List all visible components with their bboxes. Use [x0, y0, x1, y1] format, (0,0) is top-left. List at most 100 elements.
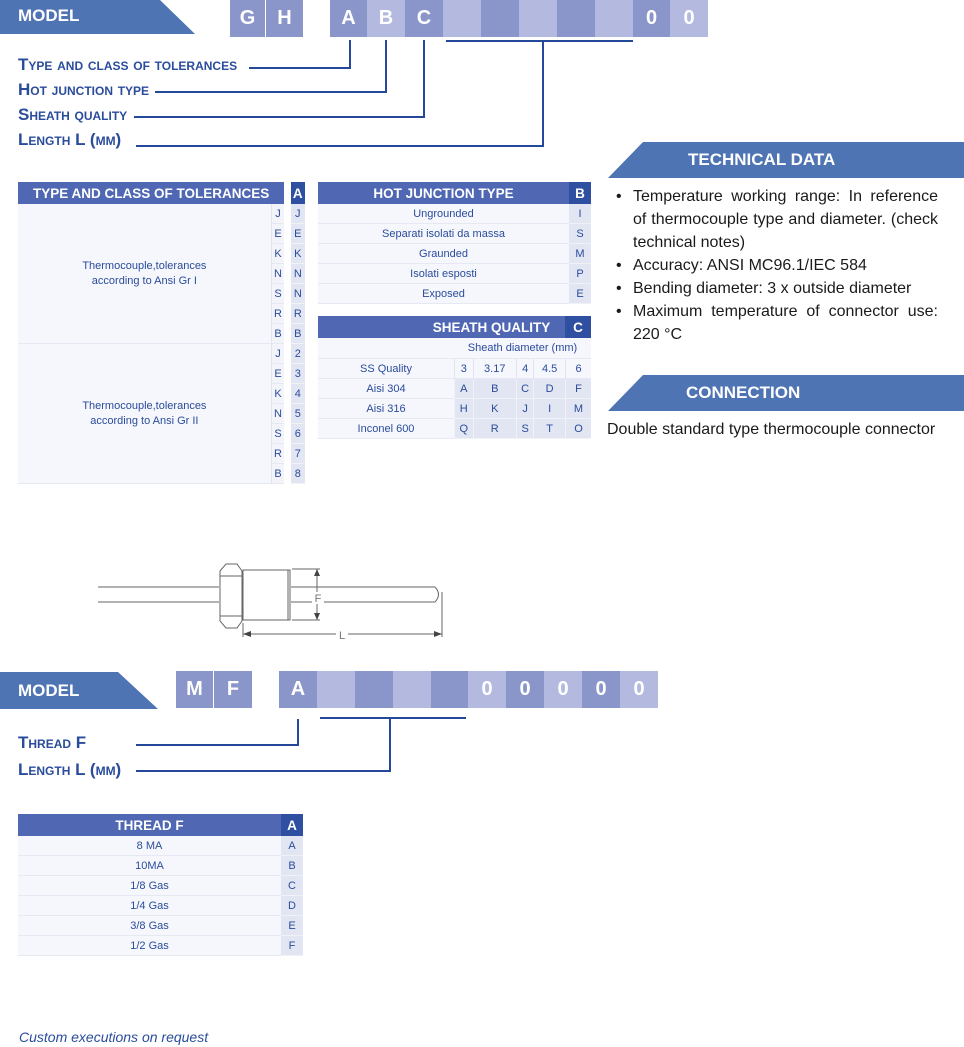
thermocouple-type: B: [270, 324, 285, 344]
option-label: Ungrounded: [318, 204, 569, 224]
tolerances-table: TYPE AND CLASS OF TOLERANCES A Thermocou…: [18, 182, 305, 484]
option-label: Graunded: [318, 244, 569, 264]
code-value: 8: [290, 464, 305, 484]
length-dimension-label: L: [339, 630, 345, 642]
thermocouple-type: R: [270, 304, 285, 324]
thermocouple-type: K: [270, 384, 285, 404]
sheath-header: SHEATH QUALITY: [318, 316, 565, 338]
sheath-code-header: C: [565, 316, 591, 338]
code-value: C: [281, 876, 303, 896]
code-value: I: [533, 399, 565, 419]
code-value: E: [569, 284, 591, 304]
sheath-quality: Aisi 304: [318, 379, 454, 399]
thermocouple-type: J: [270, 344, 285, 364]
leader-line: [349, 40, 351, 69]
leader-length: Length L (mm): [18, 760, 122, 779]
code-value: 6: [290, 424, 305, 444]
table-row: 1/2 Gas F: [18, 936, 303, 956]
technical-data-item: Bending diameter: 3 x outside diameter: [608, 277, 938, 300]
code-box: [519, 0, 557, 37]
code-box: [481, 0, 519, 37]
option-label: 8 MA: [18, 836, 281, 856]
code-value: K: [472, 399, 516, 419]
connection-header: CONNECTION: [608, 375, 964, 411]
code-box: 0: [582, 671, 620, 708]
table-row: Aisi 316 H K J I M: [318, 399, 591, 419]
code-box: 0: [633, 0, 670, 37]
option-label: Isolati esposti: [318, 264, 569, 284]
thermocouple-type: E: [270, 364, 285, 384]
code-value: H: [454, 399, 473, 419]
code-value: S: [569, 224, 591, 244]
tolerances-code-header: A: [290, 182, 305, 204]
leader-line: [320, 717, 466, 719]
leader-sheath: Sheath quality: [18, 105, 128, 124]
option-label: 10MA: [18, 856, 281, 876]
code-box: 0: [670, 0, 708, 37]
code-value: 2: [290, 344, 305, 364]
thermocouple-type: S: [270, 284, 285, 304]
code-value: B: [472, 379, 516, 399]
code-value: J: [515, 399, 534, 419]
code-value: N: [290, 264, 305, 284]
code-box: [431, 671, 468, 708]
code-value: J: [290, 204, 305, 224]
code-box: [317, 671, 355, 708]
code-box: [557, 0, 595, 37]
diameter-value: 4: [515, 359, 534, 379]
code-value: M: [565, 399, 591, 419]
code-value: R: [472, 419, 516, 439]
model-label: MODEL: [18, 6, 80, 25]
thread-code-header: A: [281, 814, 303, 836]
table-row: 3/8 Gas E: [18, 916, 303, 936]
sheath-quality: Aisi 316: [318, 399, 454, 419]
leader-line: [134, 116, 425, 118]
code-box: [355, 671, 393, 708]
connection-title: CONNECTION: [686, 383, 801, 402]
code-value: P: [569, 264, 591, 284]
technical-data-item: Temperature working range: In reference …: [608, 185, 938, 254]
technical-data-item: Accuracy: ANSI MC96.1/IEC 584: [608, 254, 938, 277]
code-value: S: [515, 419, 534, 439]
table-row: Separati isolati da massa S: [318, 224, 591, 244]
thermocouple-type: K: [270, 244, 285, 264]
table-row: Aisi 304 A B C D F: [318, 379, 591, 399]
code-value: Q: [454, 419, 473, 439]
diameter-value: 3: [454, 359, 473, 379]
diameter-value: 4.5: [533, 359, 565, 379]
sheath-table: SHEATH QUALITY C Sheath diameter (mm) SS…: [318, 316, 591, 439]
leader-line: [446, 40, 633, 42]
thermocouple-type: J: [270, 204, 285, 224]
leader-line: [155, 91, 387, 93]
code-box: M: [176, 671, 213, 708]
code-box: [595, 0, 633, 37]
code-value: A: [281, 836, 303, 856]
table-row: 1/8 Gas C: [18, 876, 303, 896]
technical-data-item: Maximum temperature of connector use: 22…: [608, 300, 938, 346]
sheath-diameter-subheader: Sheath diameter (mm): [454, 338, 591, 359]
leader-line: [542, 42, 544, 147]
table-row: SS Quality 3 3.17 4 4.5 6: [318, 359, 591, 379]
code-value: T: [533, 419, 565, 439]
model-banner: MODEL: [0, 0, 195, 34]
sheath-quality: Inconel 600: [318, 419, 454, 439]
table-row: Graunded M: [318, 244, 591, 264]
table-row: 10MA B: [18, 856, 303, 876]
code-box: [393, 671, 431, 708]
code-value: 7: [290, 444, 305, 464]
custom-executions-note: Custom executions on request: [19, 1029, 209, 1045]
table-row: Isolati esposti P: [318, 264, 591, 284]
code-value: 5: [290, 404, 305, 424]
thermocouple-type: B: [270, 464, 285, 484]
code-value: B: [281, 856, 303, 876]
leader-line: [423, 40, 425, 118]
thread-table: THREAD F A 8 MA A 10MA B 1/8 Gas C 1/4 Gas D 3/8…: [18, 814, 303, 956]
tolerance-description: Thermocouple,tolerances according to Ans…: [18, 204, 271, 344]
leader-thread: Thread F: [18, 733, 87, 752]
code-box: B: [367, 0, 405, 37]
code-box: 0: [544, 671, 582, 708]
thermocouple-drawing: F L: [98, 563, 443, 642]
tolerance-description: Thermocouple,tolerances according to Ans…: [18, 344, 271, 484]
table-row: 1/4 Gas D: [18, 896, 303, 916]
code-value: K: [290, 244, 305, 264]
